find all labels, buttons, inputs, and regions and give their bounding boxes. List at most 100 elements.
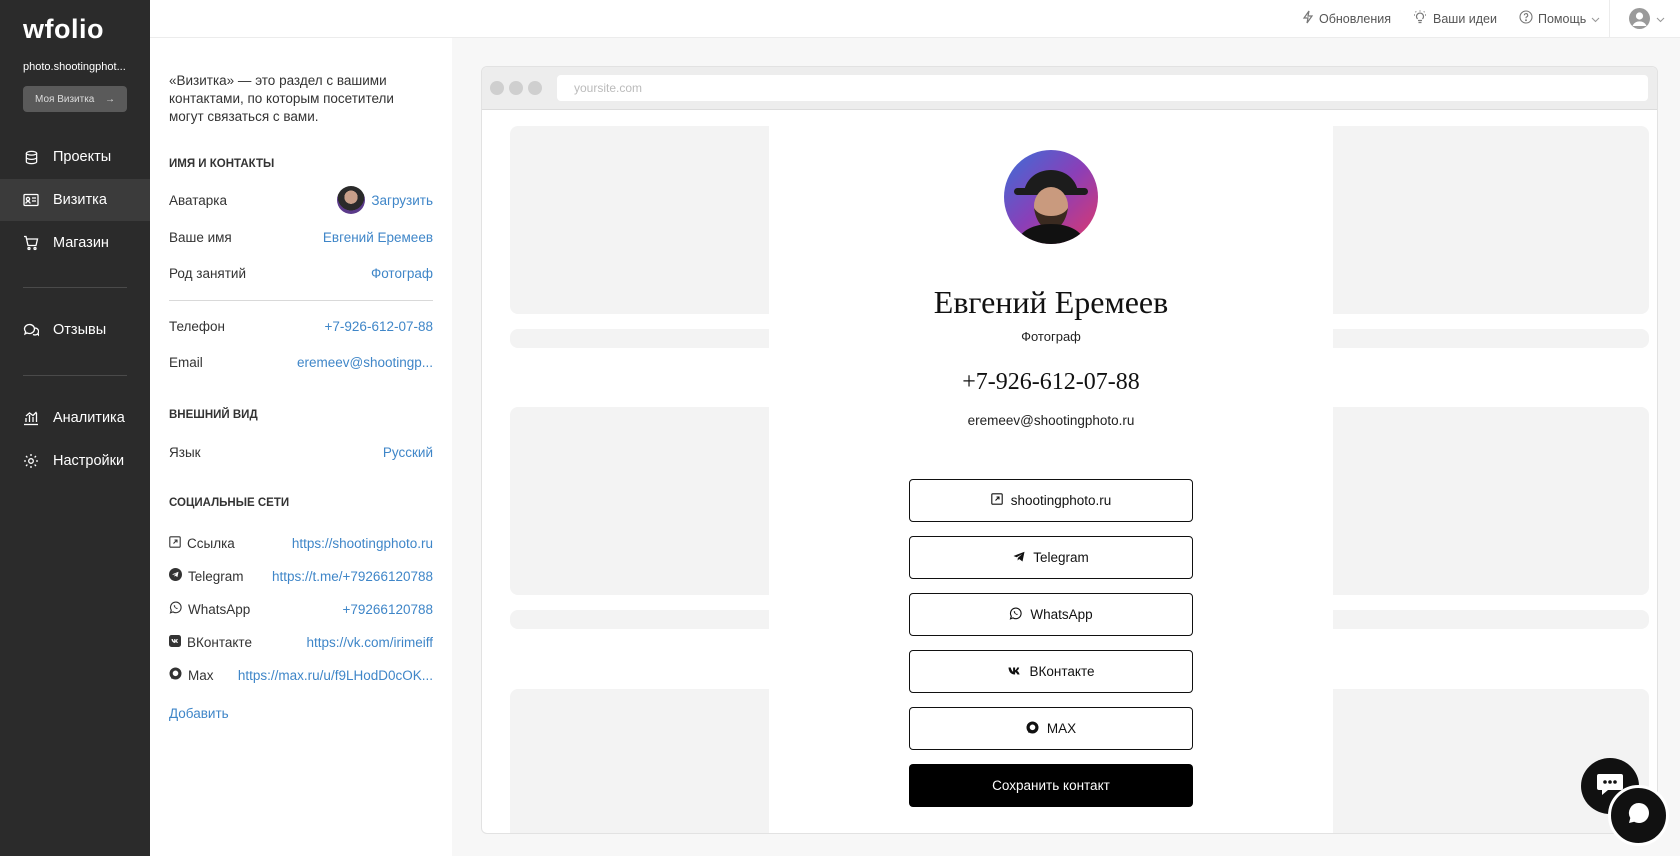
chevron-down-icon (1591, 12, 1600, 26)
name-row[interactable]: Ваше имя Евгений Еремеев (169, 227, 433, 247)
phone-value[interactable]: +7-926-612-07-88 (325, 319, 433, 334)
social-row-telegram[interactable]: Telegram https://t.me/+79266120788 (169, 566, 433, 586)
social-label: WhatsApp (188, 601, 251, 617)
social-row-link[interactable]: Ссылка https://shootingphoto.ru (169, 533, 433, 553)
message-bubble-icon (1627, 801, 1651, 830)
occupation-row[interactable]: Род занятий Фотограф (169, 263, 433, 283)
id-card-icon (23, 192, 39, 208)
site-name: photo.shootingphot... (23, 61, 126, 73)
database-icon (23, 149, 39, 165)
sidebar-item-shop[interactable]: Магазин (0, 222, 150, 264)
email-value[interactable]: eremeev@shootingp... (297, 355, 433, 370)
lightning-icon (1302, 10, 1314, 27)
question-circle-icon (1519, 10, 1533, 27)
social-row-max[interactable]: Max https://max.ru/u/f9LHodD0cOK... (169, 665, 433, 685)
phone-row[interactable]: Телефон +7-926-612-07-88 (169, 316, 433, 336)
card-vk-button[interactable]: ВКонтакте (909, 650, 1193, 693)
sidebar-item-card[interactable]: Визитка (0, 179, 150, 221)
sidebar-item-projects[interactable]: Проекты (0, 136, 150, 178)
whatsapp-icon (1009, 607, 1022, 623)
card-whatsapp-button[interactable]: WhatsApp (909, 593, 1193, 636)
chat-bubbles-icon (23, 322, 39, 338)
cart-icon (23, 235, 39, 251)
ideas-link[interactable]: Ваши идеи (1412, 10, 1497, 27)
avatar-label: Аватарка (169, 192, 227, 208)
section-title-appearance: Внешний вид (169, 409, 258, 421)
max-icon (169, 667, 182, 683)
upload-link[interactable]: Загрузить (371, 193, 433, 208)
chevron-down-icon (1656, 12, 1665, 26)
card-max-button[interactable]: MAX (909, 707, 1193, 750)
sidebar-item-analytics[interactable]: Аналитика (0, 397, 150, 439)
window-dot (509, 81, 523, 95)
language-label: Язык (169, 444, 201, 460)
social-value[interactable]: https://max.ru/u/f9LHodD0cOK... (238, 668, 433, 683)
updates-label: Обновления (1319, 11, 1391, 26)
sidebar-item-reviews[interactable]: Отзывы (0, 309, 150, 351)
email-row[interactable]: Email eremeev@shootingp... (169, 352, 433, 372)
button-label: WhatsApp (1030, 607, 1093, 622)
gear-icon (23, 453, 39, 469)
vk-icon (1008, 664, 1022, 679)
social-value[interactable]: https://t.me/+79266120788 (272, 569, 433, 584)
sidebar-item-label: Магазин (53, 235, 109, 251)
ideas-label: Ваши идеи (1433, 11, 1497, 26)
whatsapp-icon (169, 601, 182, 617)
card-link-button[interactable]: shootingphoto.ru (909, 479, 1193, 522)
logo[interactable]: wfolio (23, 14, 104, 45)
sidebar-item-label: Визитка (53, 192, 107, 208)
window-dot (528, 81, 542, 95)
external-link-icon (990, 493, 1003, 508)
browser-toolbar: yoursite.com (482, 67, 1657, 110)
add-social-link[interactable]: Добавить (169, 706, 229, 721)
section-title-social: Социальные сети (169, 497, 290, 509)
my-card-button-label: Моя Визитка (35, 93, 95, 105)
language-row[interactable]: Язык Русский (169, 442, 433, 462)
social-value[interactable]: https://shootingphoto.ru (292, 536, 433, 551)
url-bar: yoursite.com (557, 75, 1648, 101)
card-phone[interactable]: +7-926-612-07-88 (769, 369, 1333, 396)
save-contact-button[interactable]: Сохранить контакт (909, 764, 1193, 807)
lightbulb-icon (1412, 10, 1428, 27)
my-card-button[interactable]: Моя Визитка → (23, 86, 127, 112)
preview-browser: yoursite.com Евгений Еремеев Фотограф +7… (481, 66, 1658, 834)
social-value[interactable]: +79266120788 (343, 602, 433, 617)
occupation-value[interactable]: Фотограф (371, 266, 433, 281)
external-link-icon (169, 535, 181, 551)
card-name: Евгений Еремеев (933, 284, 1169, 320)
sidebar-item-settings[interactable]: Настройки (0, 440, 150, 482)
button-label: shootingphoto.ru (1010, 493, 1112, 508)
social-label: Telegram (188, 568, 244, 584)
social-label: Max (188, 667, 214, 683)
language-value[interactable]: Русский (383, 445, 433, 460)
social-value[interactable]: https://vk.com/irimeiff (306, 635, 433, 650)
card-email[interactable]: eremeev@shootingphoto.ru (769, 413, 1333, 428)
arrow-right-icon: → (105, 93, 115, 105)
settings-panel: «Визитка» — это раздел с вашими контакта… (150, 38, 452, 856)
help-label: Помощь (1538, 11, 1587, 26)
updates-link[interactable]: Обновления (1302, 10, 1391, 27)
social-row-whatsapp[interactable]: WhatsApp +79266120788 (169, 599, 433, 619)
social-row-vk[interactable]: ВКонтакте https://vk.com/irimeiff (169, 632, 433, 652)
max-icon (1026, 721, 1039, 737)
user-avatar[interactable] (1629, 8, 1650, 29)
help-dropdown[interactable]: Помощь (1519, 10, 1600, 27)
messenger-chat-button[interactable] (1608, 785, 1669, 846)
user-menu-chevron[interactable] (1656, 12, 1665, 26)
avatar-upload[interactable]: Загрузить (337, 186, 433, 214)
card-role: Фотограф (1021, 329, 1081, 344)
nav-divider (23, 287, 127, 288)
section-divider (169, 300, 433, 301)
phone-label: Телефон (169, 318, 226, 334)
name-value[interactable]: Евгений Еремеев (323, 230, 433, 245)
telegram-icon (169, 568, 182, 584)
telegram-icon (1013, 550, 1025, 565)
button-label: Telegram (1033, 550, 1089, 565)
sidebar-item-label: Настройки (53, 453, 125, 469)
button-label: MAX (1046, 721, 1077, 736)
topbar-divider (1609, 0, 1610, 38)
sidebar: wfolio photo.shootingphot... Моя Визитка… (0, 0, 150, 856)
card-telegram-button[interactable]: Telegram (909, 536, 1193, 579)
sidebar-item-label: Проекты (53, 149, 112, 165)
social-label: Ссылка (187, 535, 235, 551)
